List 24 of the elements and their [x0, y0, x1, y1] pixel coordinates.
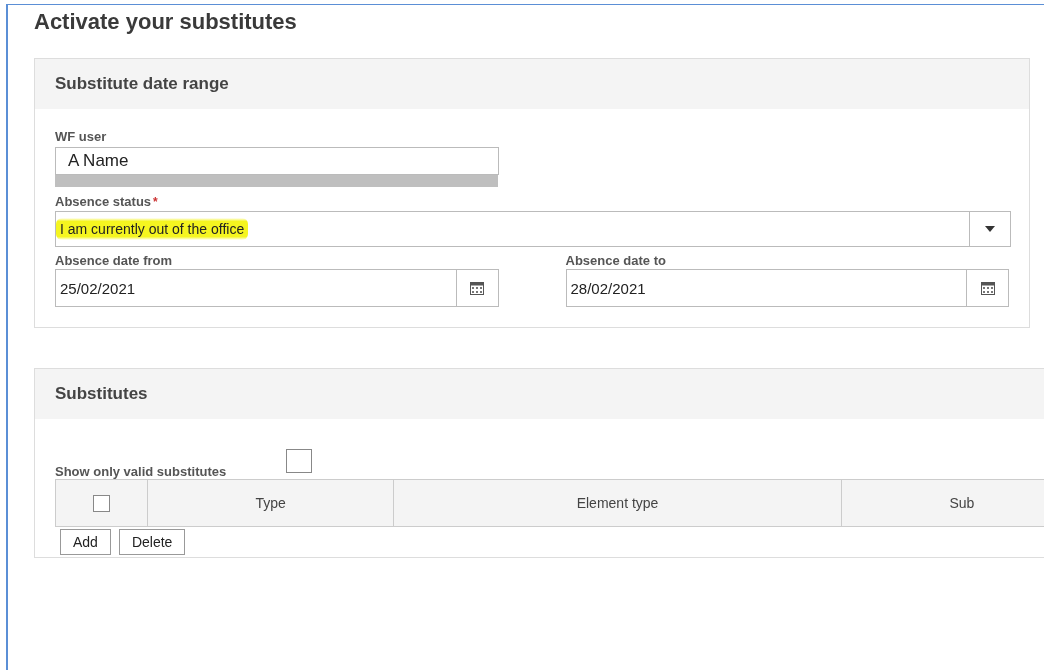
- field-label: Absence date to: [565, 253, 667, 268]
- absence-status-dropdown[interactable]: I am currently out of the office: [55, 211, 1011, 247]
- checkbox-label: Show only valid substitutes: [55, 464, 227, 479]
- date-field[interactable]: 25/02/2021: [55, 269, 457, 307]
- dropdown-value: I am currently out of the office: [56, 218, 249, 240]
- column-header: Type: [148, 480, 395, 526]
- column-header: Element type: [394, 480, 842, 526]
- select-all-checkbox[interactable]: [93, 494, 111, 512]
- caret-icon: [985, 226, 995, 232]
- calendar-icon[interactable]: [456, 269, 499, 307]
- required-mark: *: [153, 195, 158, 209]
- panel-title: Substitute date range: [55, 74, 229, 94]
- column-header: Sub: [948, 494, 976, 513]
- action-button[interactable]: Delete: [118, 529, 186, 555]
- calendar-icon[interactable]: [967, 269, 1009, 307]
- panel-title: Substitutes: [55, 384, 148, 404]
- field-label: WF user: [55, 129, 108, 144]
- field-label: Absence status: [55, 194, 152, 209]
- action-button[interactable]: Add: [60, 529, 111, 555]
- page-title: Activate your substitutes: [34, 9, 298, 35]
- field-label: Absence date from: [55, 253, 174, 268]
- date-field[interactable]: 28/02/2021: [565, 269, 967, 307]
- checkbox[interactable]: [286, 449, 313, 473]
- input-field[interactable]: A Name: [55, 147, 499, 175]
